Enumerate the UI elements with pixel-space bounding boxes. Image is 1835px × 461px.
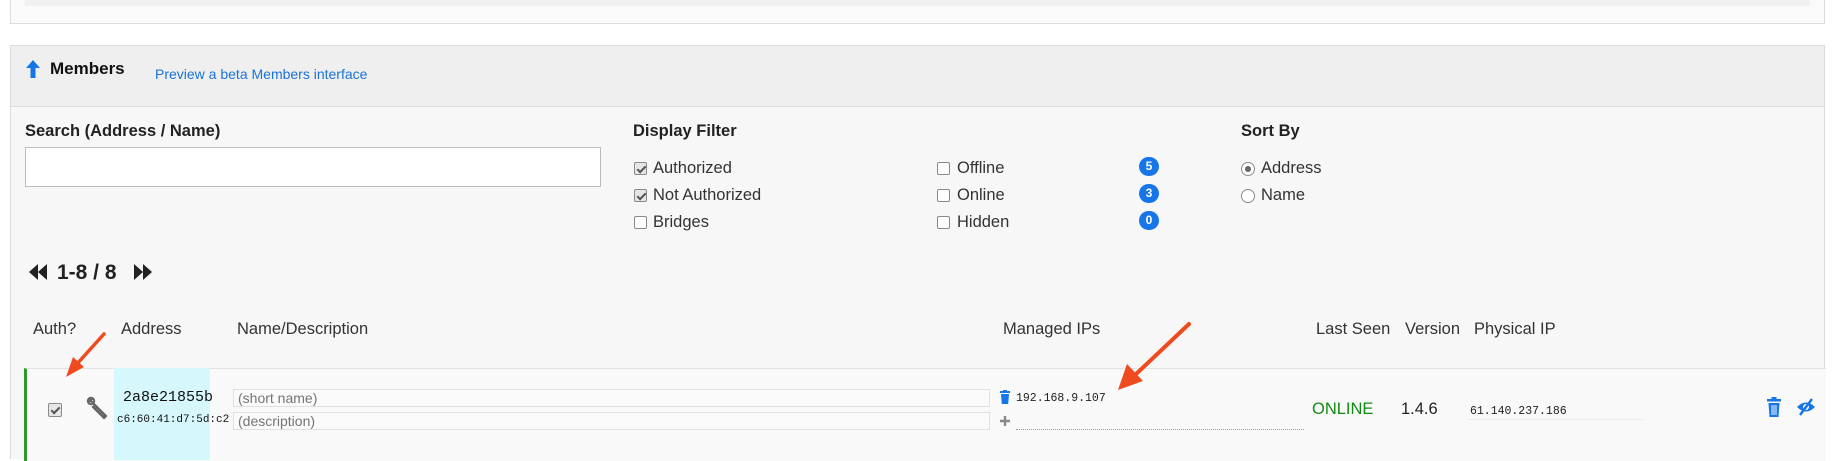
sort-by-label: Sort By	[1241, 122, 1300, 140]
filter-not-authorized-label: Not Authorized	[653, 186, 762, 204]
filter-authorized-checkbox[interactable]	[634, 162, 647, 175]
short-name-input[interactable]	[233, 389, 990, 407]
plus-icon[interactable]	[999, 414, 1011, 432]
filter-bridges-label: Bridges	[653, 213, 709, 231]
column-header-managed-ips: Managed IPs	[1003, 320, 1101, 338]
physical-ip: 61.140.237.186	[1470, 405, 1567, 418]
physical-ip-divider	[1468, 419, 1643, 420]
members-title: Members	[50, 59, 125, 78]
filter-bridges-checkbox[interactable]	[634, 216, 647, 229]
search-label: Search (Address / Name)	[25, 122, 221, 140]
online-count-badge: 3	[1139, 184, 1159, 203]
client-version: 1.4.6	[1401, 400, 1438, 418]
sort-address-label: Address	[1261, 159, 1322, 177]
member-mac: c6:60:41:d7:5d:c2	[117, 414, 230, 426]
column-header-physical-ip: Physical IP	[1474, 320, 1556, 338]
filter-online-label: Online	[957, 186, 1005, 204]
next-page-icon[interactable]	[132, 262, 154, 287]
display-filter-label: Display Filter	[633, 122, 737, 140]
filter-hidden-label: Hidden	[957, 213, 1010, 231]
managed-ip: 192.168.9.107	[1016, 392, 1106, 405]
beta-members-link[interactable]: Preview a beta Members interface	[155, 66, 367, 82]
previous-page-icon[interactable]	[27, 262, 49, 287]
member-address: 2a8e21855b	[123, 389, 214, 406]
hide-member-icon[interactable]	[1796, 398, 1816, 421]
arrow-up-icon[interactable]	[25, 58, 41, 80]
sort-address-radio[interactable]	[1241, 162, 1255, 176]
delete-member-icon[interactable]	[1766, 397, 1782, 422]
filter-hidden-checkbox[interactable]	[937, 216, 950, 229]
hidden-count-badge: 0	[1139, 211, 1159, 230]
column-header-name: Name/Description	[237, 320, 369, 338]
sort-name-radio[interactable]	[1241, 189, 1255, 203]
offline-count-badge: 5	[1139, 157, 1159, 176]
filter-offline-checkbox[interactable]	[937, 162, 950, 175]
previous-panel	[10, 0, 1825, 24]
column-header-version: Version	[1405, 320, 1461, 338]
column-header-auth: Auth?	[33, 320, 77, 338]
trash-icon[interactable]	[999, 390, 1011, 409]
previous-panel-content	[25, 0, 1810, 6]
filter-offline-label: Offline	[957, 159, 1005, 177]
sort-name-label: Name	[1261, 186, 1306, 204]
column-header-address: Address	[121, 320, 182, 338]
description-input[interactable]	[233, 412, 990, 430]
filter-not-authorized-checkbox[interactable]	[634, 189, 647, 202]
wrench-icon[interactable]	[86, 396, 110, 425]
auth-checkbox[interactable]	[48, 403, 62, 417]
members-header: Members Preview a beta Members interface	[11, 46, 1824, 107]
search-input[interactable]	[25, 147, 601, 187]
filter-authorized-label: Authorized	[653, 159, 732, 177]
filter-online-checkbox[interactable]	[937, 189, 950, 202]
last-seen-status: ONLINE	[1312, 400, 1374, 418]
page-range: 1-8 / 8	[57, 261, 117, 284]
column-header-last-seen: Last Seen	[1316, 320, 1391, 338]
add-ip-input[interactable]	[1016, 417, 1304, 430]
